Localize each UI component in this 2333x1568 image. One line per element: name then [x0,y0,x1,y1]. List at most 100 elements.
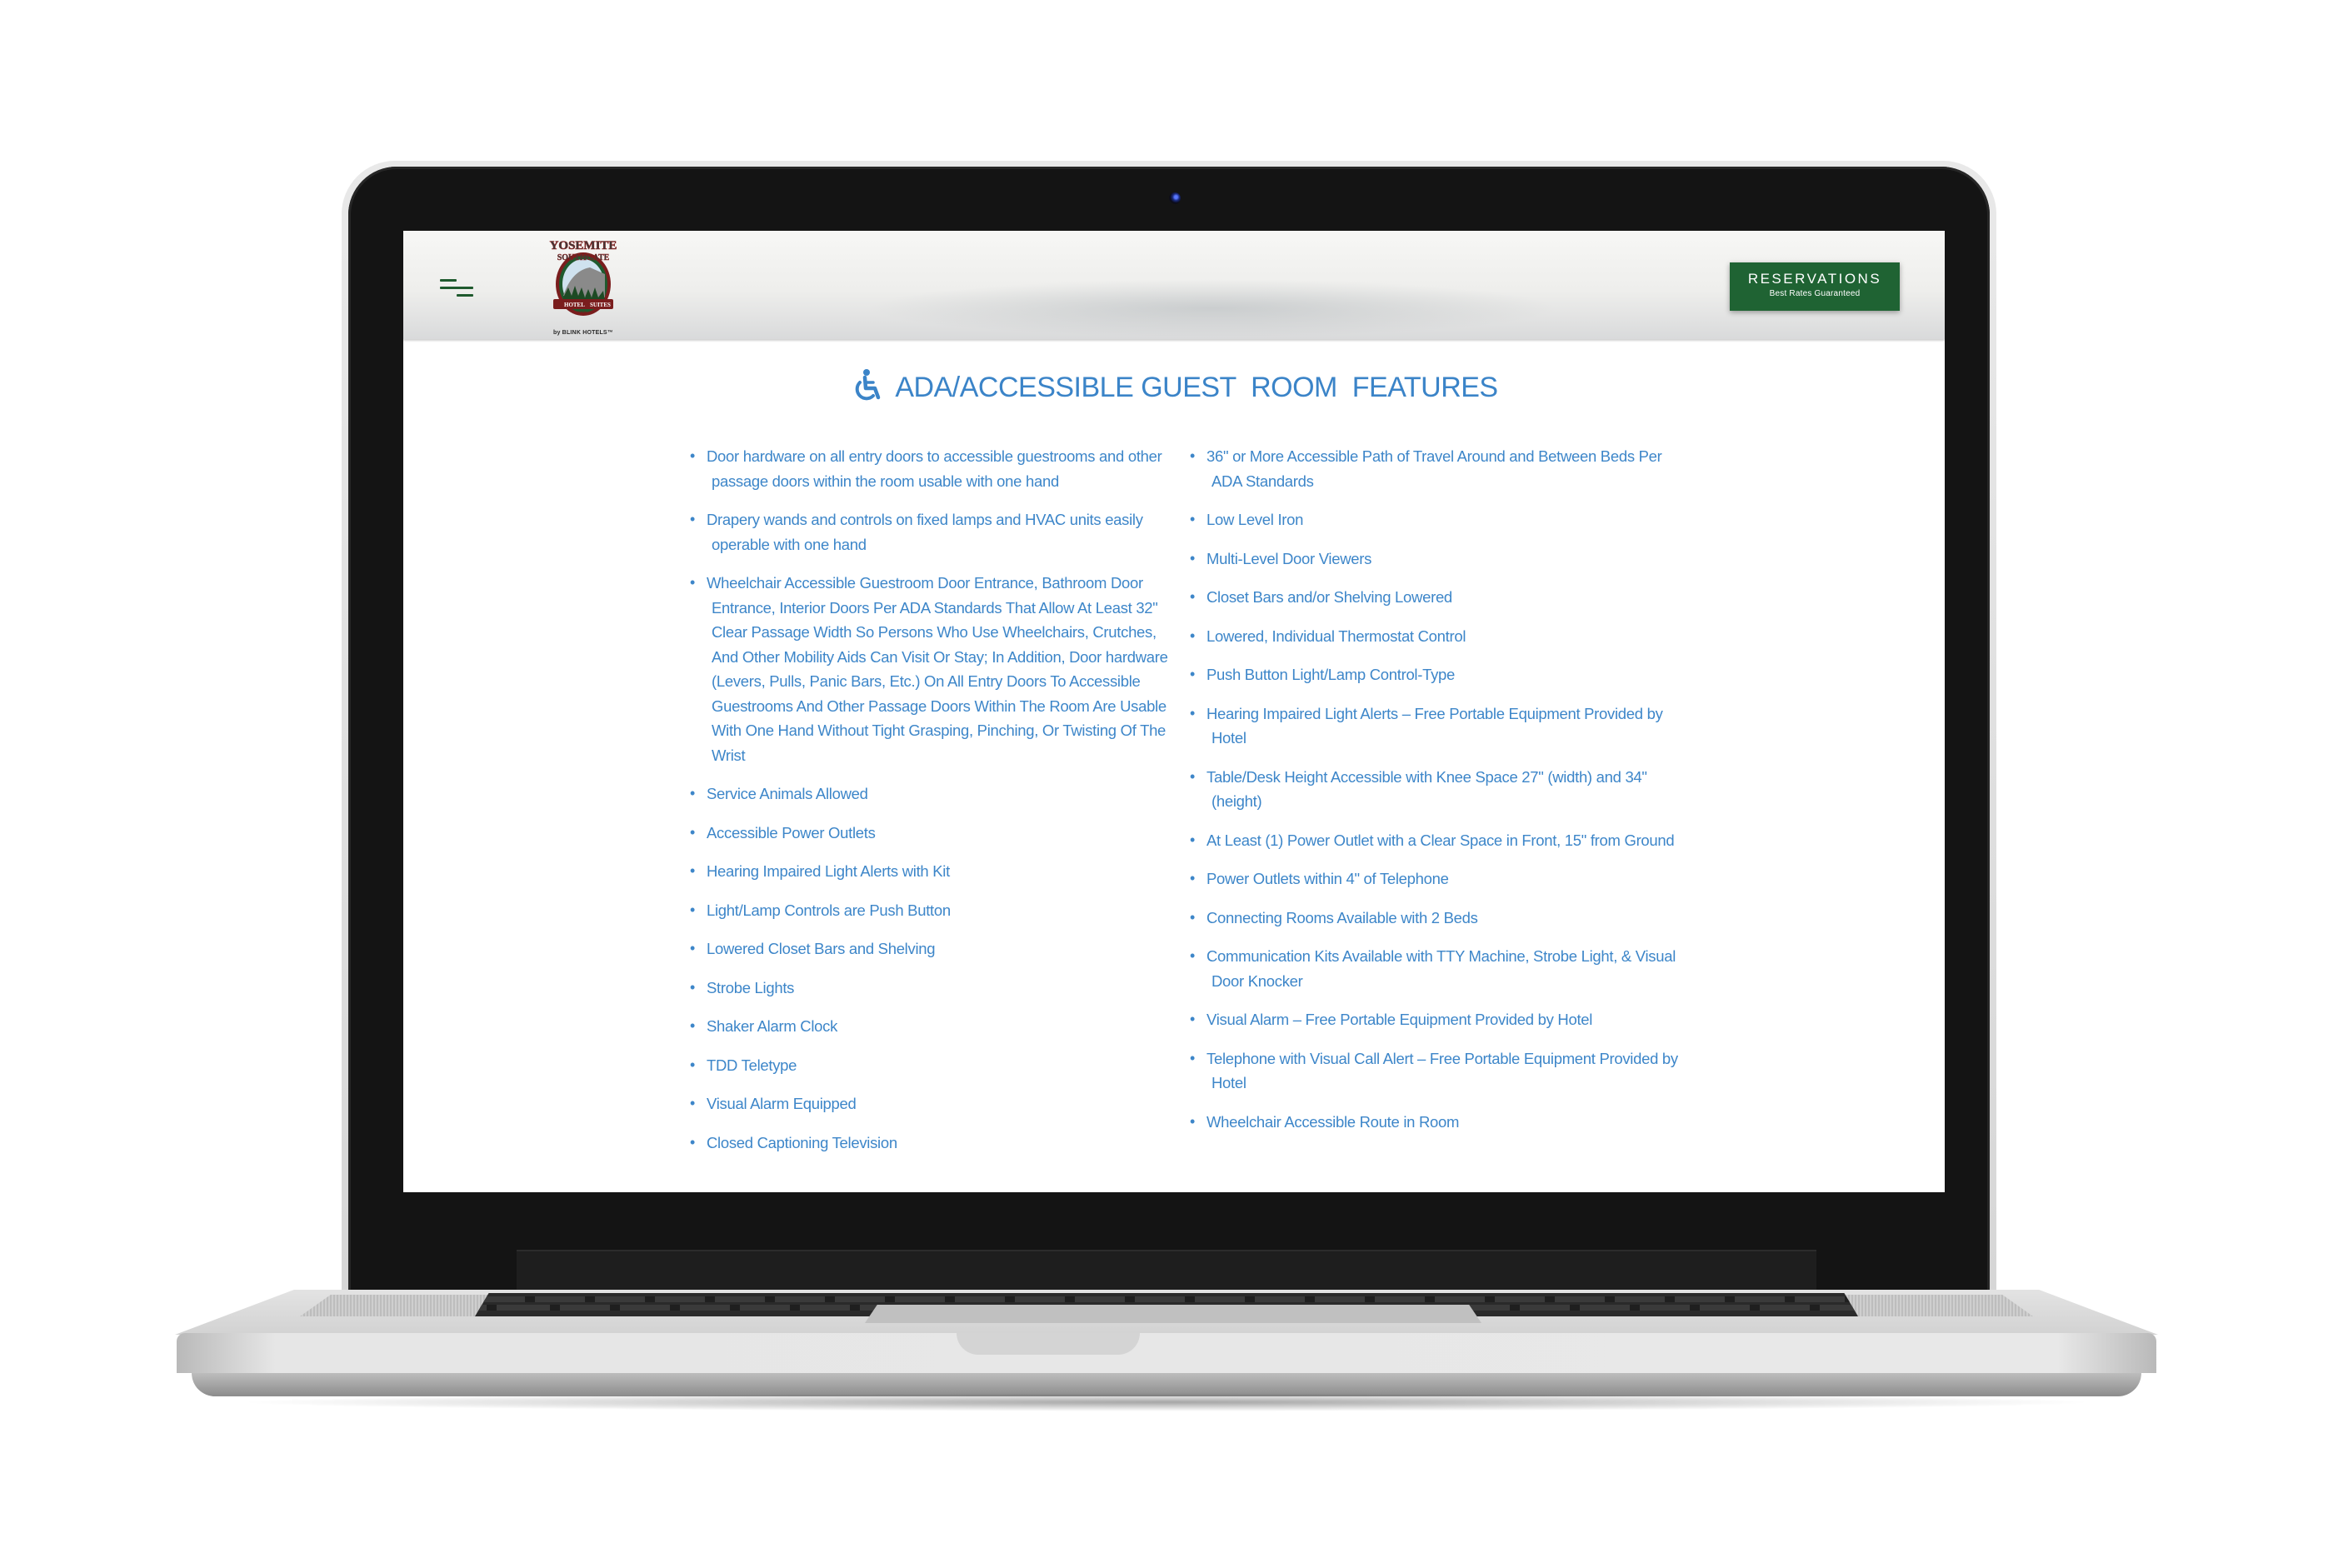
bullet-icon: • [1190,511,1196,527]
feature-item: • Push Button Light/Lamp Control-Type [1190,662,1681,687]
bullet-icon: • [1190,831,1196,848]
feature-text: Light/Lamp Controls are Push Button [707,901,951,919]
feature-item: • Multi-Level Door Viewers [1190,547,1681,572]
feature-text: Multi-Level Door Viewers [1206,549,1372,567]
features-list-left: • Door hardware on all entry doors to acc… [690,444,1173,1169]
feature-text: Visual Alarm – Free Portable Equipment P… [1206,1011,1593,1028]
bullet-icon: • [1190,947,1196,964]
bullet-icon: • [690,785,696,801]
feature-item: • Visual Alarm Equipped [690,1091,1173,1116]
feature-text: Door hardware on all entry doors to acce… [707,447,1162,490]
bullet-icon: • [690,574,696,591]
feature-item: • Accessible Power Outlets [690,821,1173,846]
bullet-icon: • [690,940,696,956]
feature-text: Connecting Rooms Available with 2 Beds [1206,908,1478,926]
feature-item: • Strobe Lights [690,976,1173,1001]
feature-text: Hearing Impaired Light Alerts – Free Por… [1206,704,1663,747]
feature-item: • Service Animals Allowed [690,782,1173,806]
bullet-icon: • [1190,666,1196,682]
feature-text: At Least (1) Power Outlet with a Clear S… [1206,831,1675,849]
trackpad [865,1305,1481,1323]
feature-item: • Door hardware on all entry doors to acc… [690,444,1173,493]
bullet-icon: • [690,862,696,879]
feature-item: • Telephone with Visual Call Alert – Free… [1190,1046,1681,1096]
feature-item: • Table/Desk Height Accessible with Knee … [1190,765,1681,814]
feature-text: Wheelchair Accessible Route in Room [1206,1112,1460,1131]
feature-text: Low Level Iron [1206,511,1304,528]
laptop-base-front [177,1333,2156,1373]
reservations-label: RESERVATIONS [1747,271,1882,287]
feature-item: • Visual Alarm – Free Portable Equipment … [1190,1007,1681,1032]
feature-text: Lowered, Individual Thermostat Control [1206,627,1466,645]
laptop-shadow [233,1393,2100,1411]
feature-text: Hearing Impaired Light Alerts with Kit [707,862,950,880]
feature-text: Wheelchair Accessible Guestroom Door Ent… [707,574,1168,764]
bullet-icon: • [690,1056,696,1073]
feature-item: • Communication Kits Available with TTY M… [1190,944,1681,993]
feature-item: • Lowered Closet Bars and Shelving [690,936,1173,961]
features-list-right: • 36" or More Accessible Path of Travel A… [1190,444,1681,1148]
feature-item: • Drapery wands and controls on fixed lam… [690,507,1173,557]
feature-text: Push Button Light/Lamp Control-Type [1206,666,1456,683]
feature-text: Closed Captioning Television [707,1133,897,1151]
logo-emblem-icon: HOTEL SUITES AND YOSEMITE SOUTHGATE [549,239,617,316]
svg-text:YOSEMITE: YOSEMITE [550,239,617,252]
bullet-icon: • [690,901,696,918]
feature-item: • Wheelchair Accessible Guestroom Door En… [690,571,1173,767]
feature-item: • Power Outlets within 4" of Telephone [1190,866,1681,891]
feature-item: • Connecting Rooms Available with 2 Beds [1190,906,1681,931]
feature-text: Communication Kits Available with TTY Ma… [1206,947,1676,990]
feature-text: Lowered Closet Bars and Shelving [707,940,936,957]
feature-item: • Closet Bars and/or Shelving Lowered [1190,585,1681,610]
page-title-text: ADA/ACCESSIBLE GUEST ROOM FEATURES [895,372,1498,403]
bullet-icon: • [1190,588,1196,605]
feature-text: Power Outlets within 4" of Telephone [1206,870,1449,887]
reservations-button[interactable]: RESERVATIONS Best Rates Guaranteed [1730,262,1900,311]
page-title: ADA/ACCESSIBLE GUEST ROOM FEATURES [403,368,1945,409]
svg-text:SUITES: SUITES [590,302,611,308]
feature-item: • Low Level Iron [1190,507,1681,532]
bullet-icon: • [1190,549,1196,567]
bullet-icon: • [690,978,696,996]
feature-text: Shaker Alarm Clock [707,1017,838,1035]
feature-text: Strobe Lights [707,978,795,996]
feature-item: • Shaker Alarm Clock [690,1014,1173,1039]
lid-opening-notch [957,1333,1140,1355]
svg-text:HOTEL: HOTEL [564,302,585,308]
feature-item: • Hearing Impaired Light Alerts – Free Po… [1190,702,1681,751]
feature-item: • Wheelchair Accessible Route in Room [1190,1110,1681,1135]
feature-item: • Closed Captioning Television [690,1131,1173,1156]
feature-item: • TDD Teletype [690,1053,1173,1078]
bullet-icon: • [1190,767,1196,785]
feature-item: • At Least (1) Power Outlet with a Clear … [1190,828,1681,853]
bullet-icon: • [690,1133,696,1151]
bullet-icon: • [1190,704,1196,722]
bullet-icon: • [1190,870,1196,886]
feature-text: TDD Teletype [707,1056,797,1074]
svg-text:SOUTHGATE: SOUTHGATE [557,253,610,262]
bullet-icon: • [690,511,696,527]
feature-item: • Hearing Impaired Light Alerts with Kit [690,859,1173,884]
laptop-screen: HOTEL SUITES AND YOSEMITE SOUTHGATE by B… [403,231,1945,1192]
feature-item: • Lowered, Individual Thermostat Control [1190,624,1681,649]
wheelchair-icon [850,368,883,409]
feature-text: Drapery wands and controls on fixed lamp… [707,511,1143,553]
hotel-logo[interactable]: HOTEL SUITES AND YOSEMITE SOUTHGATE by B… [535,237,632,336]
feature-item: • 36" or More Accessible Path of Travel A… [1190,444,1681,493]
feature-text: Accessible Power Outlets [707,823,876,841]
bullet-icon: • [1190,1049,1196,1066]
site-header: HOTEL SUITES AND YOSEMITE SOUTHGATE by B… [403,231,1945,339]
webcam-icon [1169,192,1181,204]
bullet-icon: • [1190,627,1196,644]
logo-tagline: by BLINK HOTELS™ [552,330,614,336]
bullet-icon: • [1190,1011,1196,1027]
feature-text: Visual Alarm Equipped [707,1095,857,1112]
speaker-grille-left [300,1295,492,1316]
feature-item: • Light/Lamp Controls are Push Button [690,898,1173,923]
hamburger-menu-icon[interactable] [440,277,475,301]
svg-text:AND: AND [577,312,587,316]
feature-text: Closet Bars and/or Shelving Lowered [1206,588,1452,606]
feature-text: Telephone with Visual Call Alert – Free … [1206,1049,1678,1092]
bullet-icon: • [1190,1112,1196,1130]
bullet-icon: • [1190,908,1196,926]
